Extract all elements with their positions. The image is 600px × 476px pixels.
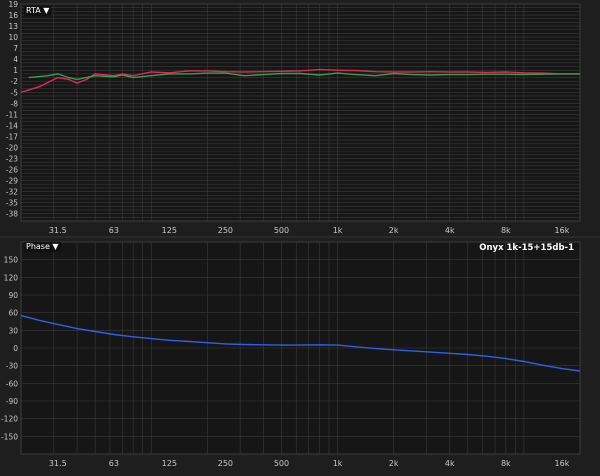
y-tick-label: 0: [13, 344, 18, 353]
y-tick-label: 90: [8, 291, 18, 300]
y-tick-label: -17: [6, 132, 18, 141]
x-tick-label: 8k: [501, 459, 511, 468]
rta-plot: 19 16 13 10 7 4 1 -2 -5 -8 -11 -14 -17 -20 -23 -26 -29 -3…: [6, 0, 581, 235]
x-tick-label: 1k: [333, 226, 343, 235]
y-tick-label: 13: [8, 22, 18, 31]
phase-panel: 150 120 90 60 30 0 -30 -60 -90 -120 -150 31.5 63 125 2…: [0, 236, 600, 476]
y-tick-label: -60: [6, 379, 18, 388]
x-tick-label: 500: [274, 459, 289, 468]
x-tick-label: 250: [218, 226, 233, 235]
y-tick-label: -30: [6, 362, 18, 371]
y-tick-label: 7: [13, 44, 18, 53]
y-tick-label: -90: [6, 397, 18, 406]
y-tick-label: -14: [6, 121, 18, 130]
y-tick-label: -29: [6, 177, 18, 186]
x-tick-label: 31.5: [49, 226, 67, 235]
x-tick-label: 63: [109, 459, 119, 468]
y-tick-label: 4: [13, 55, 18, 64]
x-tick-label: 8k: [501, 226, 511, 235]
y-tick-label: 1: [13, 66, 18, 75]
phase-menu-button[interactable]: Phase ▼: [24, 242, 61, 252]
y-tick-label: -5: [11, 88, 19, 97]
y-tick-label: 10: [8, 33, 18, 42]
y-tick-label: 60: [8, 309, 18, 318]
x-tick-label: 4k: [445, 459, 455, 468]
y-tick-label: 30: [8, 326, 18, 335]
rta-menu-button[interactable]: RTA ▼: [24, 6, 52, 16]
x-tick-label: 63: [109, 226, 119, 235]
y-tick-label: -20: [6, 143, 18, 152]
x-tick-label: 1k: [333, 459, 343, 468]
x-tick-label: 125: [162, 459, 177, 468]
y-tick-label: -38: [6, 210, 18, 219]
y-tick-label: -23: [6, 154, 18, 163]
x-tick-label: 2k: [389, 226, 399, 235]
x-tick-label: 2k: [389, 459, 399, 468]
plot-area: [20, 3, 581, 222]
y-tick-label: -35: [6, 199, 18, 208]
y-tick-label: -8: [11, 99, 19, 108]
x-tick-label: 31.5: [49, 459, 67, 468]
y-tick-label: -26: [6, 166, 18, 175]
rta-panel: 19 16 13 10 7 4 1 -2 -5 -8 -11 -14 -17 -20 -23 -26 -29 -3…: [0, 0, 600, 236]
phase-trace-label: Onyx 1k-15+15db-1: [479, 243, 574, 253]
phase-plot: 150 120 90 60 30 0 -30 -60 -90 -120 -150 31.5 63 125 2…: [1, 241, 581, 468]
y-tick-label: 19: [8, 0, 18, 9]
y-tick-label: -32: [6, 188, 18, 197]
y-tick-label: -11: [6, 110, 18, 119]
y-tick-label: 120: [4, 273, 19, 282]
y-tick-label: -150: [1, 432, 18, 441]
y-tick-label: 150: [4, 256, 19, 265]
y-tick-label: -2: [11, 77, 19, 86]
x-tick-label: 16k: [555, 226, 570, 235]
x-tick-label: 16k: [555, 459, 570, 468]
y-tick-label: 16: [8, 11, 18, 20]
x-tick-label: 125: [162, 226, 177, 235]
x-tick-label: 4k: [445, 226, 455, 235]
y-tick-label: -120: [1, 415, 18, 424]
x-tick-label: 500: [274, 226, 289, 235]
x-tick-label: 250: [218, 459, 233, 468]
